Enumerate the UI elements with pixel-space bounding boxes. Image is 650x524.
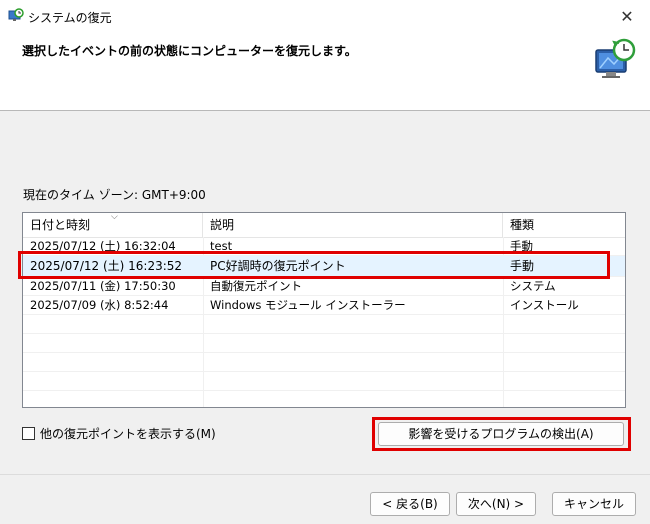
- list-header: 日付と時刻 ⌵ 説明 種類: [23, 213, 625, 238]
- row-date: 2025/07/09 (水) 8:52:44: [30, 298, 169, 312]
- row-type: システム: [510, 279, 556, 293]
- system-restore-icon: [8, 8, 24, 21]
- row-date: 2025/07/11 (金) 17:50:30: [30, 279, 176, 293]
- column-header-date[interactable]: 日付と時刻 ⌵: [23, 213, 203, 237]
- table-row[interactable]: 2025/07/12 (土) 16:32:04 test 手動: [23, 237, 625, 256]
- header-panel: 選択したイベントの前の状態にコンピューターを復元します。: [0, 32, 650, 111]
- restore-computer-icon: [595, 38, 636, 78]
- restore-point-list[interactable]: 日付と時刻 ⌵ 説明 種類 2025/07/12 (土) 16:32:04 te…: [22, 212, 626, 408]
- cancel-button[interactable]: キャンセル: [552, 492, 636, 516]
- row-date: 2025/07/12 (土) 16:23:52: [30, 259, 183, 273]
- row-date: 2025/07/12 (土) 16:32:04: [30, 239, 176, 253]
- title-bar: システムの復元 ✕: [0, 0, 650, 33]
- timezone-label: 現在のタイム ゾーン: GMT+9:00: [23, 188, 206, 202]
- close-icon: ✕: [620, 6, 634, 26]
- empty-row: [23, 334, 625, 353]
- row-type: インストール: [510, 298, 579, 312]
- back-button[interactable]: < 戻る(B): [370, 492, 450, 516]
- empty-row: [23, 372, 625, 391]
- row-type: 手動: [510, 239, 533, 253]
- empty-row: [23, 315, 625, 334]
- row-description: Windows モジュール インストーラー: [210, 298, 406, 312]
- row-description: test: [210, 239, 233, 253]
- table-row-selected[interactable]: 2025/07/12 (土) 16:23:52 PC好調時の復元ポイント 手動: [23, 256, 625, 277]
- column-header-description[interactable]: 説明: [203, 213, 503, 237]
- detect-affected-programs-button[interactable]: 影響を受けるプログラムの検出(A): [378, 422, 624, 446]
- table-row[interactable]: 2025/07/09 (水) 8:52:44 Windows モジュール インス…: [23, 296, 625, 315]
- sort-arrow-icon: ⌵: [111, 212, 118, 222]
- next-button[interactable]: 次へ(N) >: [456, 492, 536, 516]
- empty-row: [23, 353, 625, 372]
- table-row[interactable]: 2025/07/11 (金) 17:50:30 自動復元ポイント システム: [23, 277, 625, 296]
- row-description: 自動復元ポイント: [210, 279, 302, 293]
- footer-divider: [0, 474, 650, 475]
- show-more-label: 他の復元ポイントを表示する(M): [40, 427, 216, 441]
- row-description: PC好調時の復元ポイント: [210, 259, 346, 273]
- row-type: 手動: [510, 259, 535, 273]
- close-button[interactable]: ✕: [604, 0, 650, 32]
- window-title: システムの復元: [28, 11, 112, 25]
- column-header-type[interactable]: 種類: [503, 213, 625, 237]
- checkbox-box[interactable]: [22, 427, 35, 440]
- instruction-text: 選択したイベントの前の状態にコンピューターを復元します。: [22, 44, 357, 58]
- show-more-checkbox[interactable]: 他の復元ポイントを表示する(M): [22, 425, 216, 442]
